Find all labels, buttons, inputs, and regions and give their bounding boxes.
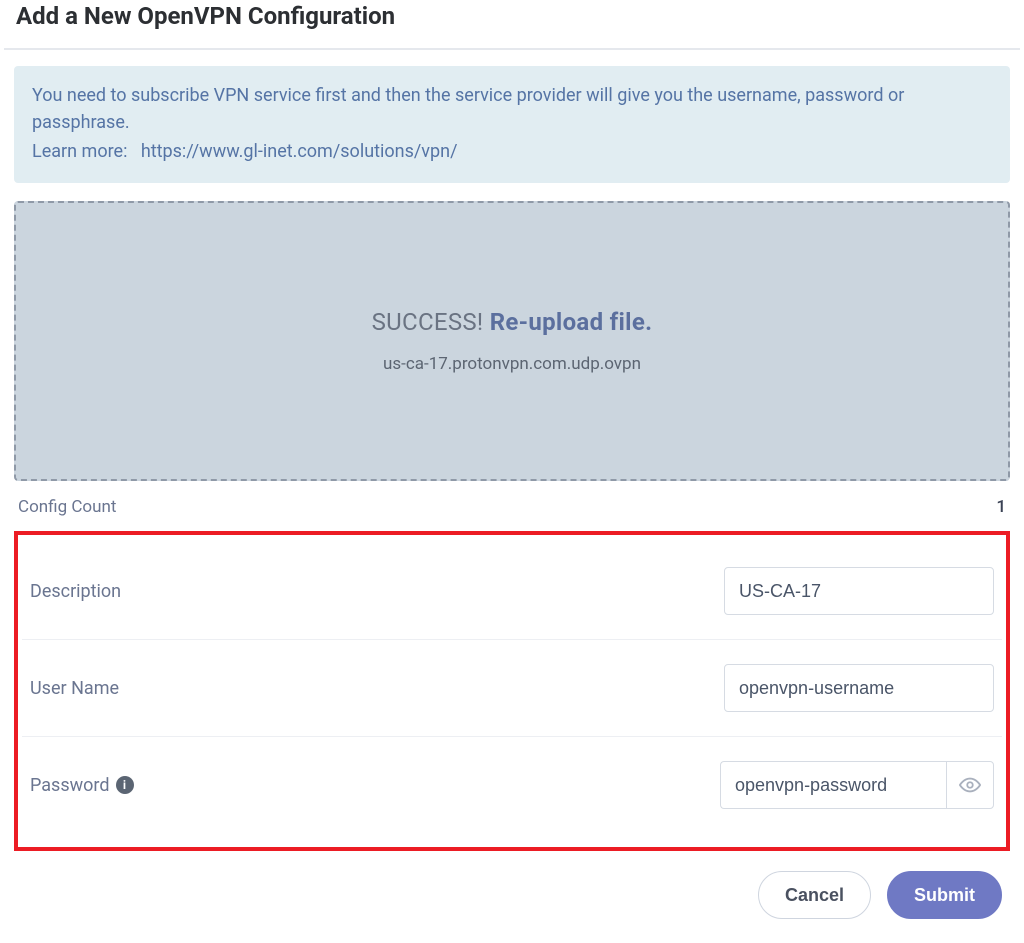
info-icon[interactable]: i <box>116 776 134 794</box>
description-input[interactable] <box>724 567 994 615</box>
config-count-value: 1 <box>996 497 1006 517</box>
uploaded-filename: us-ca-17.protonvpn.com.udp.ovpn <box>383 354 641 374</box>
upload-status: SUCCESS! Re-upload file. <box>372 308 653 336</box>
divider <box>4 48 1020 50</box>
eye-icon <box>959 774 981 796</box>
learn-more-link[interactable]: https://www.gl-inet.com/solutions/vpn/ <box>141 141 458 162</box>
username-label: User Name <box>30 678 119 699</box>
username-input[interactable] <box>724 664 994 712</box>
cancel-button[interactable]: Cancel <box>758 871 871 919</box>
dialog-footer: Cancel Submit <box>14 871 1010 919</box>
page-title: Add a New OpenVPN Configuration <box>4 0 1020 48</box>
upload-status-prefix: SUCCESS! <box>372 308 484 336</box>
description-row: Description <box>22 543 1002 640</box>
highlighted-form-section: Description User Name Password i <box>14 531 1010 851</box>
description-label: Description <box>30 581 121 602</box>
upload-dropzone[interactable]: SUCCESS! Re-upload file. us-ca-17.proton… <box>14 201 1010 481</box>
submit-button[interactable]: Submit <box>887 871 1002 919</box>
username-row: User Name <box>22 640 1002 737</box>
config-count-row: Config Count 1 <box>14 497 1010 527</box>
password-row: Password i <box>22 737 1002 833</box>
password-label: Password <box>30 775 110 796</box>
reupload-link[interactable]: Re-upload file. <box>490 308 653 336</box>
password-input[interactable] <box>720 761 946 809</box>
learn-more-label: Learn more: <box>32 141 127 162</box>
info-banner-text: You need to subscribe VPN service first … <box>32 82 992 136</box>
toggle-password-visibility[interactable] <box>946 761 994 809</box>
config-count-label: Config Count <box>18 497 116 517</box>
info-banner: You need to subscribe VPN service first … <box>14 66 1010 183</box>
